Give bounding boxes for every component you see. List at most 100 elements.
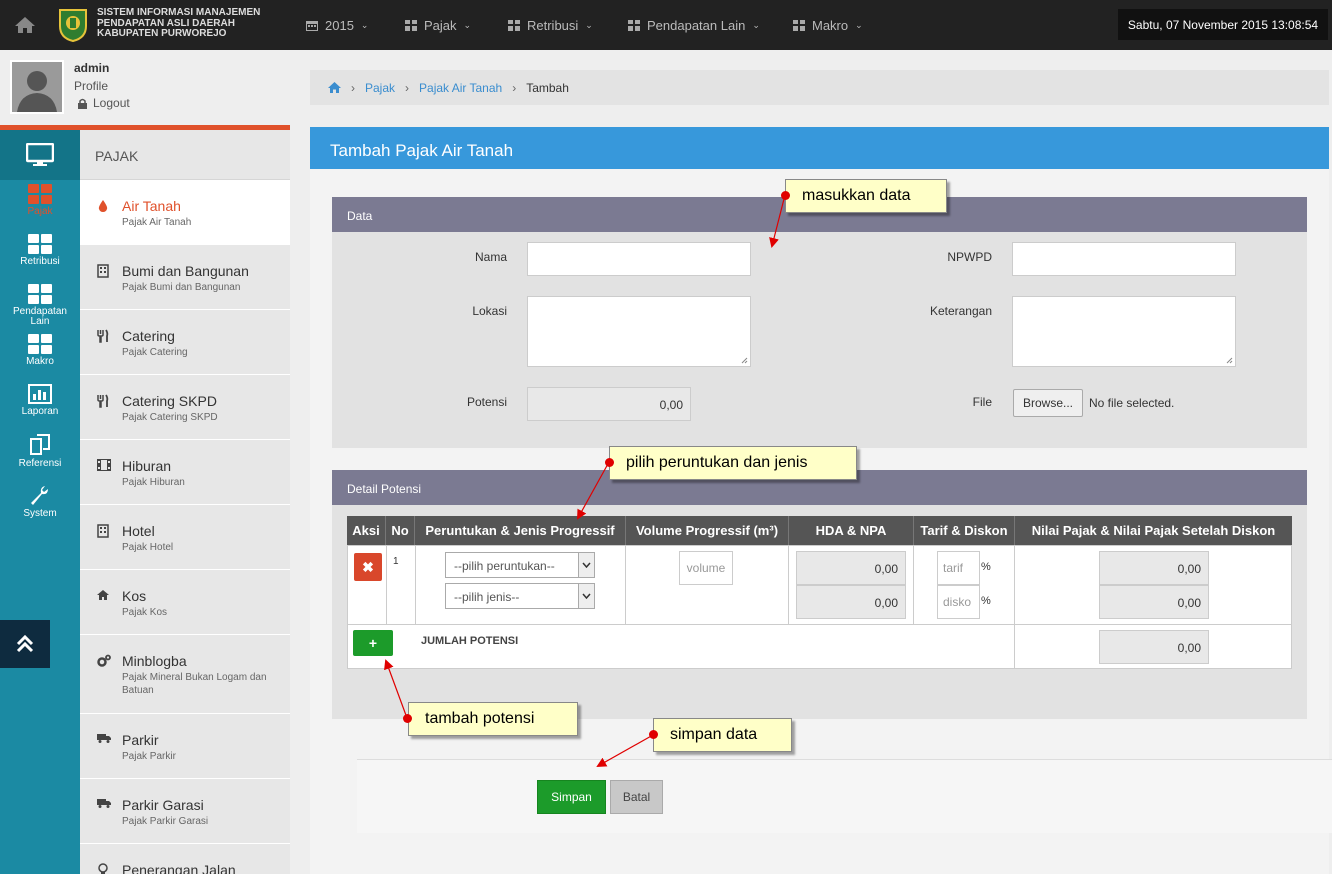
double-chevron-up-icon	[16, 635, 34, 653]
home-icon[interactable]	[328, 82, 341, 93]
breadcrumb-pajak[interactable]: Pajak	[365, 81, 395, 95]
browse-button[interactable]: Browse...	[1013, 389, 1083, 417]
npwpd-label: NPWPD	[947, 250, 992, 264]
scroll-top-button[interactable]	[0, 620, 50, 668]
menu-item-hiburan[interactable]: Hiburan Pajak Hiburan	[80, 440, 290, 505]
volume-input[interactable]: volume	[679, 551, 733, 585]
callout-dot	[649, 730, 658, 739]
nav-pendapatan-lain[interactable]: Pendapatan Lain ⌄	[628, 0, 760, 50]
form-actions: Simpan Batal	[357, 759, 1332, 833]
table-header: Aksi No Peruntukan & Jenis Progressif Vo…	[347, 516, 1292, 545]
sub-menu: PAJAK Air Tanah Pajak Air Tanah Bumi dan…	[80, 130, 290, 874]
npwpd-input[interactable]	[1012, 242, 1236, 276]
grid-icon	[28, 234, 52, 254]
menu-item-parkir-garasi[interactable]: Parkir Garasi Pajak Parkir Garasi	[80, 779, 290, 844]
icon-bar-pajak[interactable]: Pajak	[0, 184, 80, 217]
menu-item-catering[interactable]: Catering Pajak Catering	[80, 310, 290, 375]
menu-item-minblogba[interactable]: Minblogba Pajak Mineral Bukan Logam dan …	[80, 635, 290, 714]
nav-pajak[interactable]: Pajak ⌄	[405, 0, 471, 50]
nama-label: Nama	[474, 250, 507, 264]
grid-icon	[508, 19, 520, 31]
grid-icon	[793, 19, 805, 31]
nav-retribusi[interactable]: Retribusi ⌄	[508, 0, 593, 50]
cutlery-icon	[97, 394, 109, 408]
menu-item-bumi-bangunan[interactable]: Bumi dan Bangunan Pajak Bumi dan Banguna…	[80, 245, 290, 310]
menu-item-air-tanah[interactable]: Air Tanah Pajak Air Tanah	[80, 180, 290, 245]
callout-masukkan-data: masukkan data	[785, 179, 947, 213]
th-volume: Volume Progressif (m³)	[626, 516, 789, 545]
percent-sign: %	[981, 595, 991, 607]
truck-icon	[97, 734, 111, 743]
th-tarif-diskon: Tarif & Diskon	[914, 516, 1015, 545]
icon-bar-makro[interactable]: Makro	[0, 334, 80, 367]
calendar-icon	[306, 20, 318, 31]
logout-link[interactable]: Logout	[78, 96, 130, 110]
datetime-display: Sabtu, 07 November 2015 13:08:54	[1118, 9, 1328, 40]
th-hda-npa: HDA & NPA	[789, 516, 914, 545]
avatar	[10, 60, 64, 114]
breadcrumb-separator: ›	[351, 80, 355, 95]
home-icon	[15, 17, 35, 33]
menu-item-catering-skpd[interactable]: Catering SKPD Pajak Catering SKPD	[80, 375, 290, 440]
add-row-button[interactable]: +	[353, 630, 393, 656]
callout-dot	[781, 191, 790, 200]
nilai-pajak-value: 0,00	[1099, 551, 1209, 585]
menu-item-hotel[interactable]: Hotel Pajak Hotel	[80, 505, 290, 570]
breadcrumb-separator: ›	[405, 80, 410, 95]
logo	[59, 9, 87, 42]
icon-bar-pendapatan-lain[interactable]: Pendapatan Lain	[0, 284, 80, 327]
percent-sign: %	[981, 561, 991, 573]
grid-icon	[28, 184, 52, 204]
table-row: ✖ 1 --pilih peruntukan-- --pilih jenis--…	[347, 545, 1292, 625]
app-title: SISTEM INFORMASI MANAJEMEN PENDAPATAN AS…	[97, 7, 261, 39]
monitor-icon	[26, 143, 54, 166]
lokasi-label: Lokasi	[472, 304, 507, 318]
cell-divider	[415, 546, 416, 624]
jenis-select[interactable]: --pilih jenis--	[445, 583, 595, 609]
lokasi-textarea[interactable]	[527, 296, 751, 367]
film-icon	[97, 459, 111, 471]
callout-tambah-potensi: tambah potensi	[408, 702, 578, 736]
drop-icon	[98, 200, 108, 212]
menu-item-parkir[interactable]: Parkir Pajak Parkir	[80, 714, 290, 779]
breadcrumb: › Pajak › Pajak Air Tanah › Tambah	[310, 70, 1329, 105]
grid-icon	[28, 284, 52, 304]
npa-value: 0,00	[796, 585, 906, 619]
resize-grip-icon[interactable]	[741, 357, 748, 364]
wrench-icon	[31, 486, 48, 505]
nama-input[interactable]	[527, 242, 751, 276]
icon-bar-laporan[interactable]: Laporan	[0, 384, 80, 417]
cell-divider	[788, 546, 789, 624]
resize-grip-icon[interactable]	[1226, 357, 1233, 364]
page-title: Tambah Pajak Air Tanah	[310, 127, 1329, 169]
bulb-icon	[98, 863, 108, 874]
user-name: admin	[74, 61, 110, 75]
th-no: No	[386, 516, 415, 545]
chevron-down-icon	[578, 584, 594, 608]
file-label: File	[972, 395, 992, 409]
menu-item-kos[interactable]: Kos Pajak Kos	[80, 570, 290, 635]
nav-makro[interactable]: Makro ⌄	[793, 0, 863, 50]
tarif-input[interactable]: tarif	[937, 551, 980, 585]
profile-link[interactable]: Profile	[74, 79, 108, 93]
hda-value: 0,00	[796, 551, 906, 585]
delete-row-button[interactable]: ✖	[354, 553, 382, 581]
copy-icon	[30, 434, 50, 455]
dashboard-button[interactable]	[0, 130, 80, 180]
nav-year[interactable]: 2015 ⌄	[306, 0, 368, 50]
keterangan-textarea[interactable]	[1012, 296, 1236, 367]
peruntukan-select[interactable]: --pilih peruntukan--	[445, 552, 595, 578]
home-button[interactable]	[0, 0, 50, 50]
jumlah-potensi-label: JUMLAH POTENSI	[421, 635, 519, 647]
icon-bar-referensi[interactable]: Referensi	[0, 434, 80, 469]
diskon-input[interactable]: disko	[937, 585, 980, 619]
breadcrumb-air-tanah[interactable]: Pajak Air Tanah	[419, 81, 502, 95]
grid-icon	[405, 19, 417, 31]
menu-item-penerangan-jalan[interactable]: Penerangan Jalan	[80, 844, 290, 874]
chevron-down-icon: ⌄	[585, 19, 593, 30]
save-button[interactable]: Simpan	[537, 780, 606, 814]
cancel-button[interactable]: Batal	[610, 780, 663, 814]
icon-bar-retribusi[interactable]: Retribusi	[0, 234, 80, 267]
potensi-label: Potensi	[466, 395, 507, 409]
icon-bar-system[interactable]: System	[0, 484, 80, 519]
